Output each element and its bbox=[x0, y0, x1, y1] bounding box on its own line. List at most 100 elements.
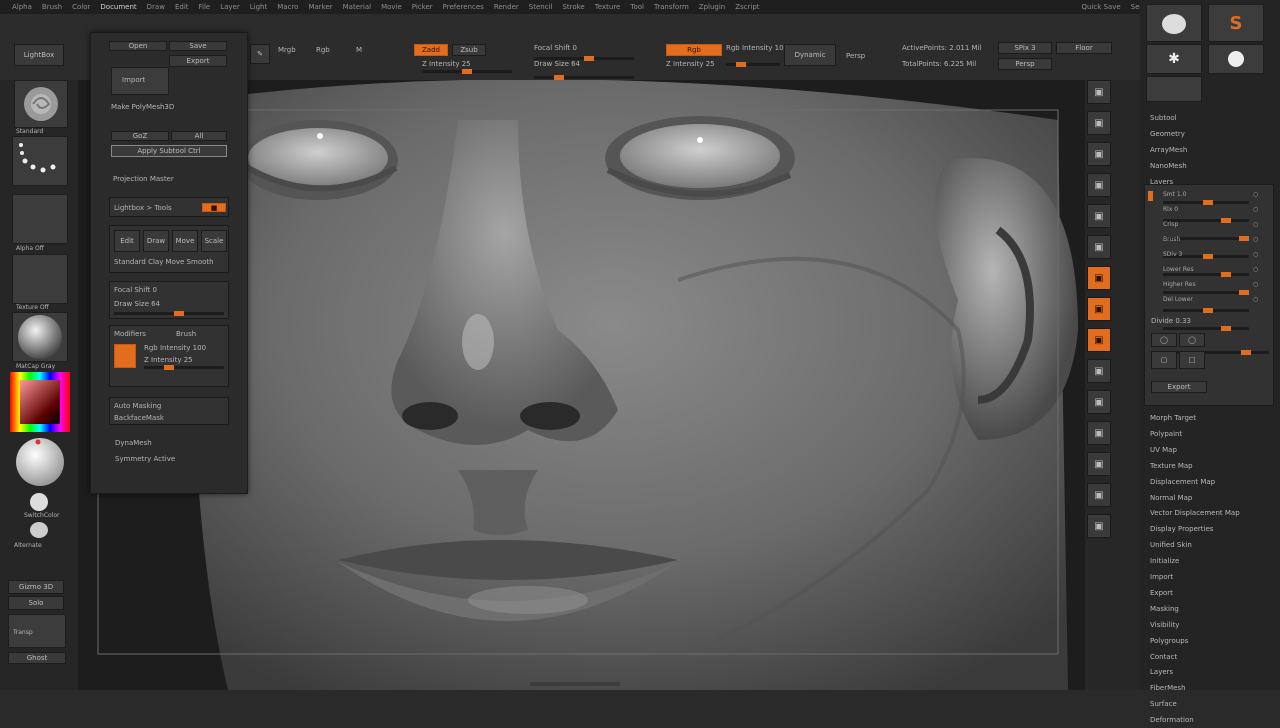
panel-menu-polypaint[interactable]: Polypaint bbox=[1150, 426, 1182, 442]
panel-menu-surface[interactable]: Surface bbox=[1150, 696, 1177, 712]
menu-item-zscript[interactable]: Zscript bbox=[735, 3, 759, 11]
tool-thumbnail-head[interactable] bbox=[1146, 4, 1202, 42]
lower-button[interactable]: ◯ bbox=[1151, 333, 1177, 347]
menu-item-transform[interactable]: Transform bbox=[654, 3, 689, 11]
rgb-button[interactable]: Rgb bbox=[666, 44, 722, 56]
higher-button[interactable]: ◯ bbox=[1179, 333, 1205, 347]
panel-menu-fibermesh[interactable]: FiberMesh bbox=[1150, 680, 1186, 696]
menu-item-zplugin[interactable]: Zplugin bbox=[699, 3, 725, 11]
visibility-eye-icon[interactable]: ○ bbox=[1253, 221, 1258, 228]
panel-item-subtool[interactable]: Subtool bbox=[1150, 110, 1177, 126]
lightbox-button[interactable]: LightBox bbox=[14, 44, 64, 66]
menu-item-alpha[interactable]: Alpha bbox=[12, 3, 32, 11]
tool-thumbnail-simplebrush[interactable]: S bbox=[1208, 4, 1264, 42]
menu-item-picker[interactable]: Picker bbox=[412, 3, 433, 11]
slider-knob[interactable] bbox=[1203, 254, 1213, 259]
subtool-slider[interactable] bbox=[1163, 272, 1249, 277]
tool-rotate-button[interactable]: ▣ bbox=[1087, 421, 1111, 445]
panel-menu-deformation[interactable]: Deformation bbox=[1150, 712, 1194, 728]
dynamic-button[interactable]: Dynamic bbox=[784, 44, 836, 66]
panel-item-arraymesh[interactable]: ArrayMesh bbox=[1150, 142, 1187, 158]
slider-knob[interactable] bbox=[1203, 308, 1213, 313]
projection-master-label[interactable]: Projection Master bbox=[113, 175, 174, 183]
panel-menu-import[interactable]: Import bbox=[1150, 569, 1173, 585]
draw-size-slider[interactable] bbox=[534, 75, 634, 80]
slider-knob[interactable] bbox=[1221, 218, 1231, 223]
zsub-button[interactable]: Zsub bbox=[452, 44, 486, 56]
m-label[interactable]: M bbox=[356, 46, 362, 54]
tool-solo-button[interactable]: ▣ bbox=[1087, 514, 1111, 538]
tool-thumbnail-sphere[interactable] bbox=[1208, 44, 1264, 74]
panel-menu-export[interactable]: Export bbox=[1150, 585, 1173, 601]
color-picker[interactable] bbox=[10, 372, 70, 432]
clone-label[interactable]: Make PolyMesh3D bbox=[111, 103, 174, 111]
popup-move-button[interactable]: Move bbox=[172, 230, 198, 252]
menu-item-marker[interactable]: Marker bbox=[308, 3, 332, 11]
brush-thumbnail[interactable] bbox=[14, 80, 68, 128]
tool-local-button[interactable]: ▣ bbox=[1087, 266, 1111, 290]
mrgb-label[interactable]: Mrgb bbox=[278, 46, 296, 54]
slider-knob[interactable] bbox=[1221, 326, 1231, 331]
tool-thumbnail-mesh[interactable] bbox=[1146, 76, 1202, 102]
alternate-label[interactable]: Alternate bbox=[14, 542, 42, 549]
texture-thumbnail[interactable] bbox=[12, 254, 68, 304]
tool-floor-button[interactable]: ▣ bbox=[1087, 235, 1111, 259]
color-sphere[interactable] bbox=[12, 436, 68, 488]
menu-item-movie[interactable]: Movie bbox=[381, 3, 402, 11]
panel-menu-contact[interactable]: Contact bbox=[1150, 649, 1177, 665]
menu-item-light[interactable]: Light bbox=[250, 3, 267, 11]
rgb-intensity-slider[interactable] bbox=[726, 62, 780, 67]
menu-item-document[interactable]: Document bbox=[100, 3, 136, 11]
panel-item-nanomesh[interactable]: NanoMesh bbox=[1150, 158, 1187, 174]
panel-menu-texture-map[interactable]: Texture Map bbox=[1150, 458, 1193, 474]
goz-button[interactable]: GoZ bbox=[111, 131, 169, 141]
symmetry-label[interactable]: Symmetry Active bbox=[115, 455, 175, 463]
dynamesh-label[interactable]: DynaMesh bbox=[115, 439, 152, 447]
main-color-sphere[interactable] bbox=[28, 492, 50, 512]
popup-draw-button[interactable]: Draw bbox=[143, 230, 169, 252]
popup-edit-button[interactable]: Edit bbox=[114, 230, 140, 252]
panel-menu-displacement-map[interactable]: Displacement Map bbox=[1150, 474, 1215, 490]
panel-menu-vector-displacement-map[interactable]: Vector Displacement Map bbox=[1150, 505, 1240, 521]
menu-item-stroke[interactable]: Stroke bbox=[562, 3, 584, 11]
persp-label[interactable]: Persp bbox=[846, 52, 865, 60]
visibility-eye-icon[interactable]: ○ bbox=[1253, 206, 1258, 213]
z-row-slider[interactable] bbox=[144, 365, 224, 370]
current-tool-button[interactable]: Apply Subtool Ctrl bbox=[111, 145, 227, 157]
save-button[interactable]: Save bbox=[169, 41, 227, 51]
tool-thumbnail-star[interactable]: ✱ bbox=[1146, 44, 1202, 74]
tool-polyf-button[interactable]: ▣ bbox=[1087, 452, 1111, 476]
tool-scale-button[interactable]: ▣ bbox=[1087, 390, 1111, 414]
panel-menu-normal-map[interactable]: Normal Map bbox=[1150, 490, 1192, 506]
subtool-slider[interactable] bbox=[1163, 290, 1249, 295]
open-button[interactable]: Open bbox=[109, 41, 167, 51]
tool-move-button[interactable]: ▣ bbox=[1087, 359, 1111, 383]
visibility-eye-icon[interactable]: ○ bbox=[1253, 236, 1258, 243]
import-thumb[interactable]: Import bbox=[111, 67, 169, 95]
menu-item-layer[interactable]: Layer bbox=[220, 3, 240, 11]
menu-item-edit[interactable]: Edit bbox=[175, 3, 189, 11]
gizmo-button[interactable]: Gizmo 3D bbox=[8, 580, 64, 594]
panel-menu-uv-map[interactable]: UV Map bbox=[1150, 442, 1177, 458]
tool-persp-button[interactable]: ▣ bbox=[1087, 204, 1111, 228]
slider-knob[interactable] bbox=[1203, 200, 1213, 205]
solo-button[interactable]: Solo bbox=[8, 596, 64, 610]
modifier-swatch[interactable] bbox=[114, 344, 136, 368]
panel-menu-morph-target[interactable]: Morph Target bbox=[1150, 410, 1196, 426]
visibility-eye-icon[interactable]: ○ bbox=[1253, 251, 1258, 258]
alpha-thumbnail[interactable] bbox=[12, 194, 68, 244]
slider-knob[interactable] bbox=[1239, 290, 1249, 295]
new-button[interactable]: ▢ bbox=[1151, 351, 1177, 369]
menu-right-item[interactable]: Quick Save bbox=[1081, 3, 1120, 11]
edit-mode-icon[interactable]: ✎ bbox=[250, 44, 270, 64]
tool-lsym-button[interactable]: ▣ bbox=[1087, 297, 1111, 321]
backface-mask-label[interactable]: BackfaceMask bbox=[114, 414, 164, 422]
panel-menu-polygroups[interactable]: Polygroups bbox=[1150, 633, 1188, 649]
subtool-slider[interactable] bbox=[1163, 308, 1249, 313]
popup-scale-button[interactable]: Scale bbox=[201, 230, 227, 252]
panel-item-geometry[interactable]: Geometry bbox=[1150, 126, 1185, 142]
visibility-eye-icon[interactable]: ○ bbox=[1253, 281, 1258, 288]
popup-brush-options[interactable]: Standard Clay Move Smooth bbox=[114, 258, 214, 266]
spix-button[interactable]: SPix 3 bbox=[998, 42, 1052, 54]
subtool-export-button[interactable]: Export bbox=[1151, 381, 1207, 393]
